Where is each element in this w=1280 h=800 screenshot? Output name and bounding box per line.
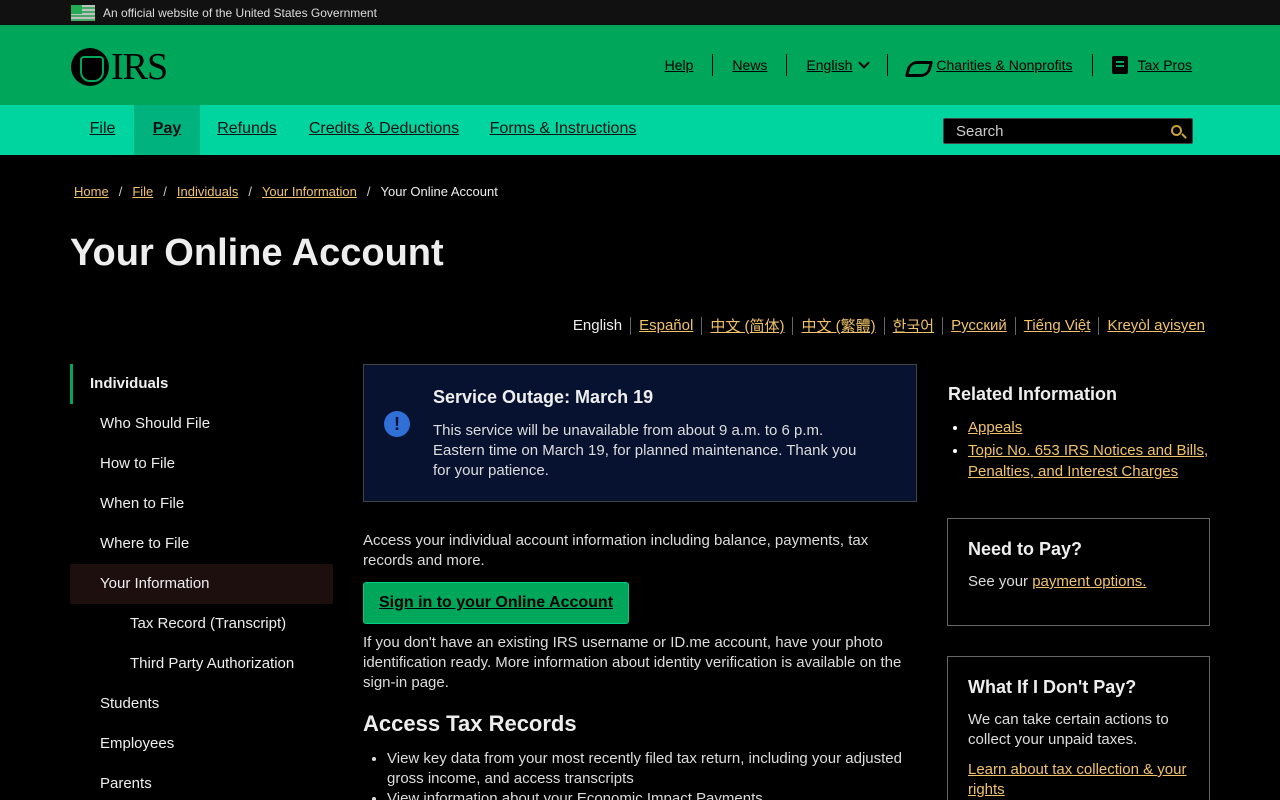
tax-pros-label: Tax Pros [1137,57,1192,73]
lang-spanish[interactable]: Español [631,317,701,334]
intro-text: Access your individual account informati… [363,532,869,569]
tab-file[interactable]: File [71,105,134,155]
service-outage-alert: ! Service Outage: March 19 This service … [363,364,917,502]
lang-vietnamese[interactable]: Tiếng Việt [1016,317,1099,334]
list-item: Topic No. 653 IRS Notices and Bills, Pen… [968,440,1210,482]
breadcrumb-separator: / [163,184,167,199]
list-item: View key data from your most recently fi… [387,749,917,789]
list-item: View information about your Economic Imp… [387,789,917,800]
tab-forms-instructions[interactable]: Forms & Instructions [474,105,652,155]
related-links: Appeals Topic No. 653 IRS Notices and Bi… [948,417,1210,482]
card-link-wrap: Learn about tax collection & your rights [968,760,1189,800]
card-text: We can take certain actions to collect y… [968,711,1169,748]
lang-haitian-creole[interactable]: Kreyòl ayisyen [1099,317,1205,334]
gov-banner: An official website of the United States… [0,0,1280,25]
tab-credits-deductions[interactable]: Credits & Deductions [294,105,474,155]
lang-korean[interactable]: 한국어 [885,315,942,336]
lang-russian[interactable]: Русский [943,317,1015,334]
breadcrumb-current: Your Online Account [380,184,498,199]
utility-nav: Help News English Charities & Nonprofits… [646,25,1192,105]
card-text: See your payment options. [968,572,1189,592]
handshake-icon [907,57,927,73]
charities-label: Charities & Nonprofits [936,57,1073,73]
sidebar-item-who-should-file[interactable]: Who Should File [70,404,333,444]
appeals-link[interactable]: Appeals [968,419,1022,436]
news-link[interactable]: News [713,57,786,73]
alert-title: Service Outage: March 19 [433,387,654,407]
chevron-down-icon [858,57,871,69]
tax-records-list: View key data from your most recently fi… [387,749,917,800]
need-to-pay-card: Need to Pay? See your payment options. [947,518,1210,626]
search-icon[interactable] [1171,125,1182,136]
sidebar-item-individuals[interactable]: Individuals [70,364,333,404]
breadcrumb-separator: / [248,184,252,199]
exclamation-icon: ! [384,411,410,437]
logo-text: IRS [111,46,168,88]
lang-current: English [572,317,623,334]
section-heading-access-tax-records: Access Tax Records [363,711,577,736]
card-title: Need to Pay? [968,539,1083,559]
tab-pay[interactable]: Pay [134,105,200,155]
breadcrumb: Home / File / Individuals / Your Informa… [74,184,498,199]
site-header: IRS Help News English Charities & Nonpro… [0,25,1280,105]
tab-refunds[interactable]: Refunds [200,105,294,155]
breadcrumb-file[interactable]: File [132,184,153,199]
card-title: What If I Don't Pay? [968,677,1137,697]
eagle-seal-icon [71,48,109,86]
tax-collection-rights-link[interactable]: Learn about tax collection & your rights [968,761,1186,798]
id-verification-note: If you don't have an existing IRS userna… [363,634,902,691]
help-link[interactable]: Help [646,57,713,73]
sidebar-item-third-party-authorization[interactable]: Third Party Authorization [70,644,333,684]
breadcrumb-your-information[interactable]: Your Information [262,184,357,199]
payment-options-link[interactable]: payment options. [1032,573,1146,590]
sidebar-nav: Individuals Who Should File How to File … [70,364,333,800]
irs-logo[interactable]: IRS [71,46,168,88]
language-label: English [806,57,853,73]
card-text-prefix: See your [968,573,1033,590]
sidebar-item-tax-record[interactable]: Tax Record (Transcript) [70,604,333,644]
language-dropdown[interactable]: English [787,57,887,73]
list-item: Appeals [968,417,1210,438]
dont-pay-card: What If I Don't Pay? We can take certain… [947,656,1210,800]
sidebar-item-when-to-file[interactable]: When to File [70,484,333,524]
alert-body: This service will be unavailable from ab… [433,422,857,479]
search-input[interactable] [944,119,1164,143]
breadcrumb-separator: / [366,184,371,199]
sidebar-item-where-to-file[interactable]: Where to File [70,524,333,564]
sign-in-button[interactable]: Sign in to your Online Account [363,582,629,624]
us-flag-icon [71,4,95,21]
main-nav: File Pay Refunds Credits & Deductions Fo… [0,105,1280,155]
topic-653-link[interactable]: Topic No. 653 IRS Notices and Bills, Pen… [968,442,1208,480]
charities-link[interactable]: Charities & Nonprofits [888,57,1091,73]
related-information: Related Information Appeals Topic No. 65… [948,384,1210,484]
gov-banner-text: An official website of the United States… [103,5,377,20]
search-box [943,118,1193,144]
sidebar-item-students[interactable]: Students [70,684,333,724]
sidebar-item-employees[interactable]: Employees [70,724,333,764]
breadcrumb-home[interactable]: Home [74,184,109,199]
lang-chinese-traditional[interactable]: 中文 (繁體) [793,315,883,336]
sidebar-item-how-to-file[interactable]: How to File [70,444,333,484]
breadcrumb-individuals[interactable]: Individuals [177,184,238,199]
sidebar-item-parents[interactable]: Parents [70,764,333,800]
tax-pros-link[interactable]: Tax Pros [1093,56,1192,74]
lang-chinese-simplified[interactable]: 中文 (简体) [702,315,792,336]
page-title: Your Online Account [70,232,444,274]
sidebar-item-your-information[interactable]: Your Information [70,564,333,604]
language-switcher: English Español 中文 (简体) 中文 (繁體) 한국어 Русс… [565,315,1205,336]
related-title: Related Information [948,384,1118,404]
breadcrumb-separator: / [118,184,123,199]
book-icon [1111,56,1128,74]
